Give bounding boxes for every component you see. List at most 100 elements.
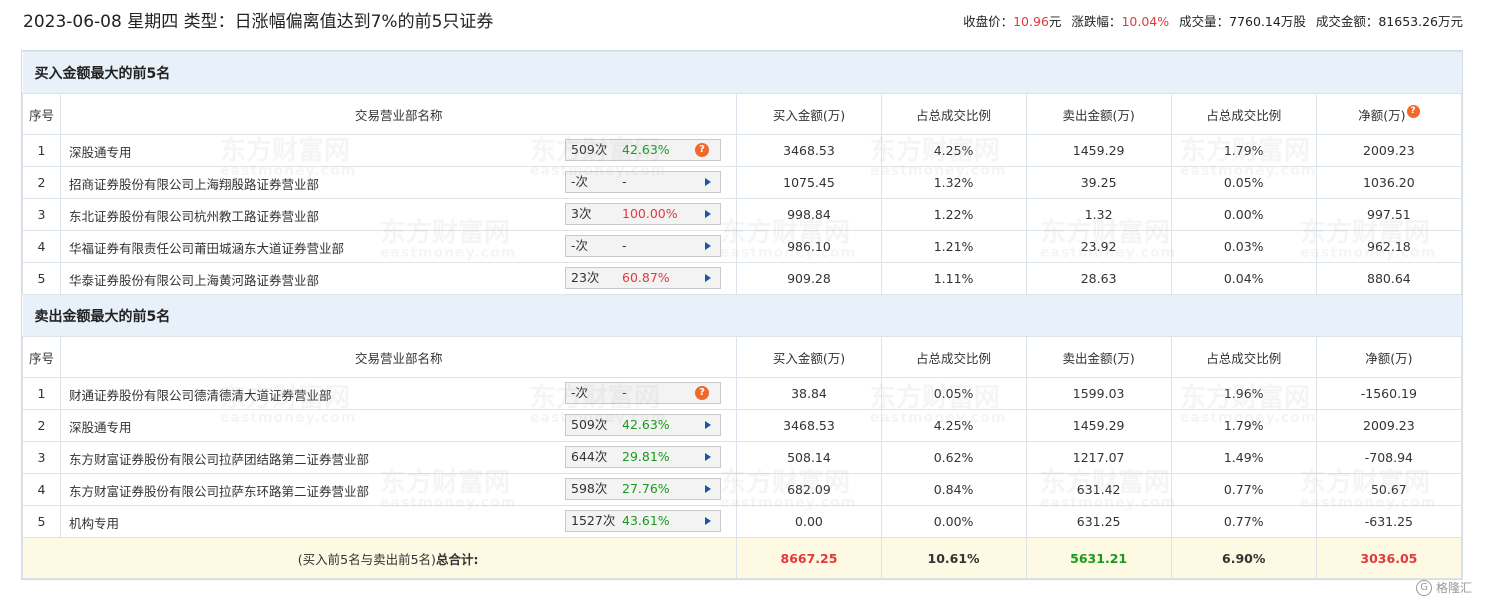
branch-cell: 财通证券股份有限公司德清德清大道证券营业部 -次 -? [60, 377, 738, 410]
expand-arrow-icon[interactable] [705, 178, 712, 186]
table-row: 5 华泰证券股份有限公司上海黄河路证券营业部 23次 60.87% 909.28 1.11… [21, 262, 1463, 295]
win-rate: 43.61% [622, 513, 670, 528]
branch-cell: 华福证券有限责任公司莆田城涵东大道证券营业部 -次 - [60, 230, 738, 263]
win-rate: - [622, 238, 627, 253]
listing-count: 23次 [571, 270, 600, 285]
branch-cell: 招商证券股份有限公司上海翔殷路证券营业部 -次 - [60, 166, 738, 199]
buy-ratio: 0.00% [880, 505, 1027, 538]
sell-ratio: 0.05% [1170, 166, 1317, 199]
branch-name[interactable]: 东方财富证券股份有限公司拉萨团结路第二证券营业部 [69, 449, 369, 468]
win-rate: 100.00% [622, 206, 678, 221]
brand-logo: G 格隆汇 [1416, 579, 1472, 596]
table-row: 1 深股通专用 509次 42.63%? 3468.53 4.25% 1459.29 1.79… [21, 134, 1463, 167]
net-amount: 50.67 [1315, 473, 1463, 506]
buy-ratio: 4.25% [880, 134, 1027, 167]
branch-name[interactable]: 机构专用 [69, 513, 119, 532]
expand-arrow-icon[interactable] [705, 453, 712, 461]
branch-stats-toggle[interactable]: 3次 100.00% [565, 203, 722, 225]
expand-arrow-icon[interactable] [705, 421, 712, 429]
sell-amount: 631.25 [1025, 505, 1172, 538]
row-number: 2 [21, 409, 62, 442]
win-rate: 42.63% [622, 142, 670, 157]
branch-name[interactable]: 深股通专用 [69, 417, 132, 436]
column-header: 买入金额(万) [736, 93, 882, 135]
listing-count: 644次 [571, 449, 608, 464]
total-label-prefix: (买入前5名与卖出前5名) [297, 551, 436, 567]
table-row: 5 机构专用 1527次 43.61% 0.00 0.00% 631.25 0.77% -631… [21, 505, 1463, 538]
expand-arrow-icon[interactable] [705, 242, 712, 250]
amount-label: 成交金额： [1315, 14, 1379, 29]
sell-amount: 1459.29 [1025, 409, 1172, 442]
table-row: 3 东方财富证券股份有限公司拉萨团结路第二证券营业部 644次 29.81% 508.1… [21, 441, 1463, 474]
branch-name[interactable]: 华福证券有限责任公司莆田城涵东大道证券营业部 [69, 238, 344, 257]
volume-value: 7760.14万股 [1229, 14, 1306, 29]
help-icon[interactable]: ? [695, 386, 710, 400]
branch-stats-toggle[interactable]: -次 - [565, 235, 722, 257]
branch-name[interactable]: 华泰证券股份有限公司上海黄河路证券营业部 [69, 270, 319, 289]
expand-arrow-icon[interactable] [705, 274, 712, 282]
sell-amount: 1.32 [1025, 198, 1172, 231]
branch-stats-toggle[interactable]: -次 - [565, 171, 722, 193]
listing-count: -次 [571, 385, 589, 400]
win-rate: 27.76% [622, 481, 670, 496]
column-header: 交易营业部名称 [60, 336, 738, 378]
page-header: 2023-06-08 星期四 类型：日涨幅偏离值达到7%的前5只证券 收盘价：1… [23, 10, 1463, 34]
column-header: 序号 [21, 336, 62, 378]
sell-ratio: 1.79% [1170, 134, 1317, 167]
buy-ratio: 4.25% [880, 409, 1027, 442]
column-header-row: 序号 交易营业部名称 买入金额(万) 占总成交比例 卖出金额(万) 占总成交比例 净额(万) [21, 336, 1463, 378]
sell-ratio: 0.04% [1170, 262, 1317, 295]
buy-ratio: 1.11% [880, 262, 1027, 295]
help-icon[interactable]: ? [695, 143, 710, 157]
branch-name[interactable]: 深股通专用 [69, 142, 132, 161]
sell-ratio: 1.79% [1170, 409, 1317, 442]
net-amount: 880.64 [1315, 262, 1463, 295]
branch-name[interactable]: 东北证券股份有限公司杭州教工路证券营业部 [69, 206, 319, 225]
branch-stats-toggle[interactable]: 1527次 43.61% [565, 510, 722, 532]
branch-name[interactable]: 招商证券股份有限公司上海翔殷路证券营业部 [69, 174, 319, 193]
listing-count: -次 [571, 238, 589, 253]
column-header: 占总成交比例 [880, 93, 1027, 135]
branch-name[interactable]: 财通证券股份有限公司德清德清大道证券营业部 [69, 385, 332, 404]
row-number: 5 [21, 262, 62, 295]
branch-stats-toggle[interactable]: -次 -? [565, 382, 722, 404]
branch-name[interactable]: 东方财富证券股份有限公司拉萨东环路第二证券营业部 [69, 481, 369, 500]
total-sell: 5631.21 [1025, 537, 1172, 579]
sell-amount: 23.92 [1025, 230, 1172, 263]
branch-stats-toggle[interactable]: 23次 60.87% [565, 267, 722, 289]
win-rate: 42.63% [622, 417, 670, 432]
buy-amount: 998.84 [736, 198, 882, 231]
trading-table-wrap: 买入金额最大的前5名 序号 交易营业部名称 买入金额(万) 占总成交比例 卖出金额(万) 占… [21, 50, 1463, 580]
logo-icon: G [1416, 580, 1433, 596]
sell-ratio: 0.00% [1170, 198, 1317, 231]
column-header: 序号 [21, 93, 62, 135]
row-number: 4 [21, 230, 62, 263]
expand-arrow-icon[interactable] [705, 517, 712, 525]
branch-stats-toggle[interactable]: 509次 42.63%? [565, 139, 722, 161]
row-number: 1 [21, 377, 62, 410]
buy-amount: 508.14 [736, 441, 882, 474]
win-rate: - [622, 174, 627, 189]
column-header: 净额(万) [1315, 336, 1463, 378]
branch-stats-toggle[interactable]: 509次 42.63% [565, 414, 722, 436]
branch-cell: 东方财富证券股份有限公司拉萨东环路第二证券营业部 598次 27.76% [60, 473, 738, 506]
net-amount: 1036.20 [1315, 166, 1463, 199]
listing-count: 3次 [571, 206, 592, 221]
column-header-row: 序号 交易营业部名称 买入金额(万) 占总成交比例 卖出金额(万) 占总成交比例 净额(万)… [21, 93, 1463, 135]
help-icon[interactable]: ? [1406, 104, 1420, 118]
branch-stats-toggle[interactable]: 644次 29.81% [565, 446, 722, 468]
total-buy: 8667.25 [736, 537, 882, 579]
buy-amount: 682.09 [736, 473, 882, 506]
buy-amount: 3468.53 [736, 409, 882, 442]
net-amount: -708.94 [1315, 441, 1463, 474]
expand-arrow-icon[interactable] [705, 485, 712, 493]
sell-ratio: 1.49% [1170, 441, 1317, 474]
listing-count: 1527次 [571, 513, 616, 528]
expand-arrow-icon[interactable] [705, 210, 712, 218]
total-row: (买入前5名与卖出前5名)总合计: 8667.25 10.61% 5631.21 6.9… [21, 537, 1463, 579]
table-row: 2 招商证券股份有限公司上海翔殷路证券营业部 -次 - 1075.45 1.32% 39.2… [21, 166, 1463, 199]
column-header: 占总成交比例 [1170, 336, 1317, 378]
row-number: 1 [21, 134, 62, 167]
sell-amount: 39.25 [1025, 166, 1172, 199]
branch-stats-toggle[interactable]: 598次 27.76% [565, 478, 722, 500]
